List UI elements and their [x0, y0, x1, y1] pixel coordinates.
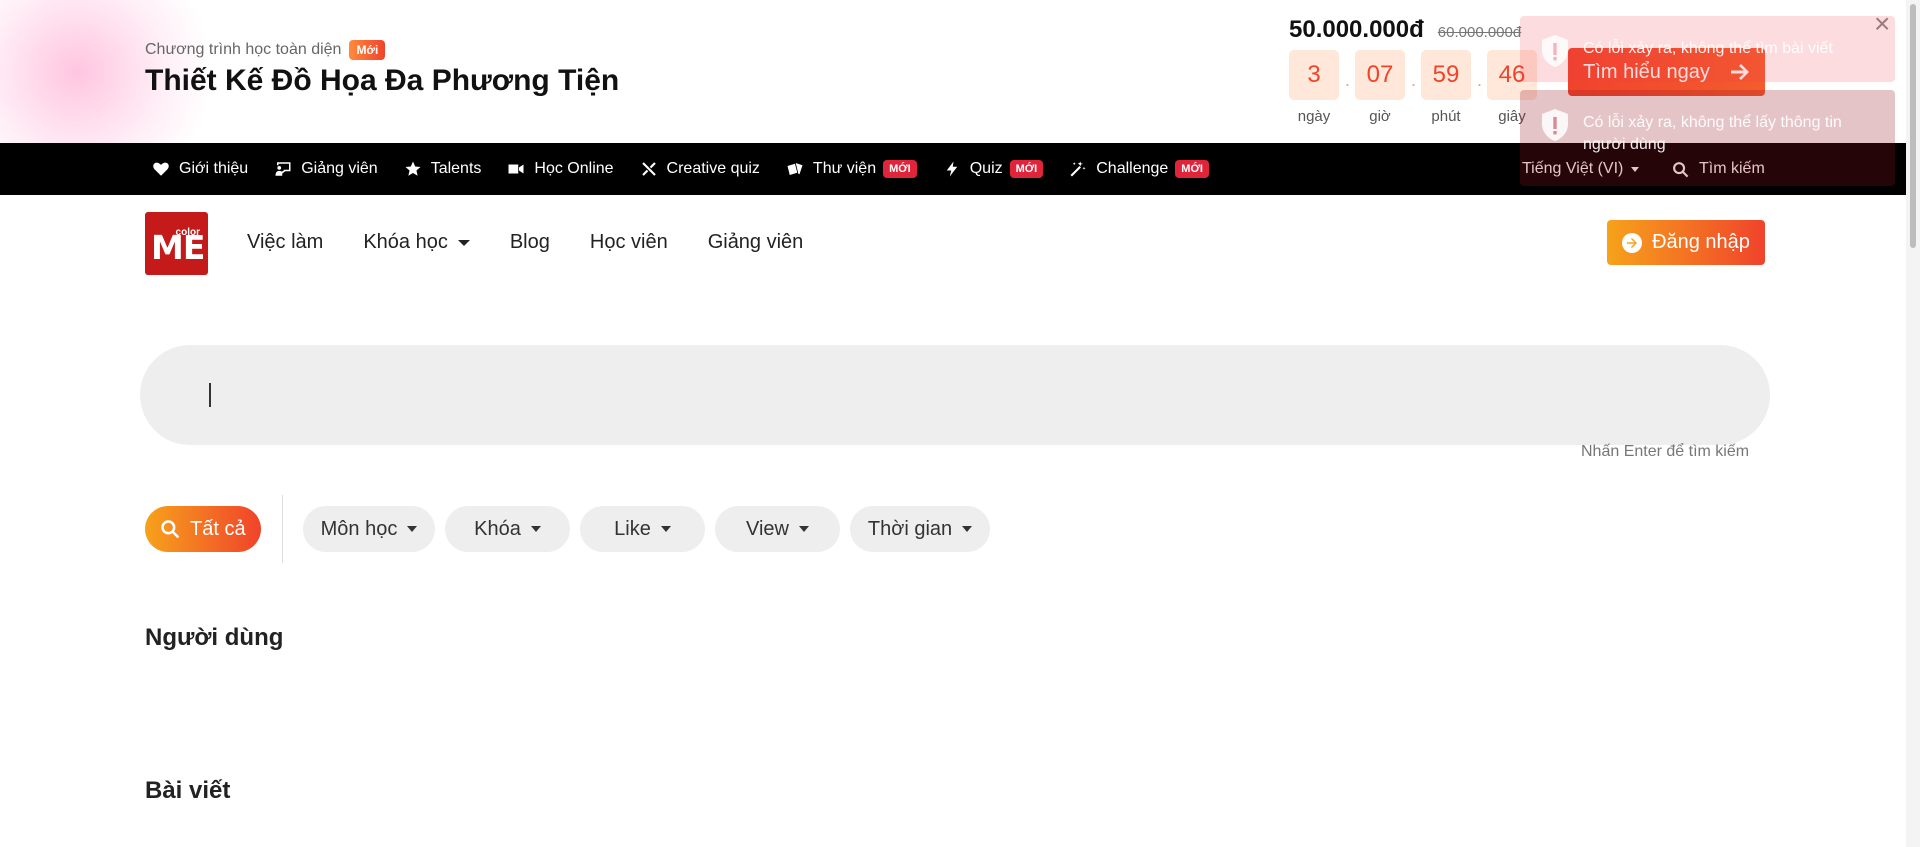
- filter-view[interactable]: View: [715, 506, 840, 552]
- search-input[interactable]: [208, 375, 1708, 415]
- magic-wand-icon: [1070, 161, 1086, 177]
- filter-all-button[interactable]: Tất cả: [145, 506, 261, 552]
- countdown-minutes-value: 59: [1421, 50, 1471, 100]
- menu-teachers[interactable]: Giảng viên: [708, 231, 804, 254]
- countdown-separator: .: [1476, 70, 1482, 90]
- section-users-title: Người dùng: [145, 624, 284, 651]
- price-current: 50.000.000đ: [1289, 16, 1424, 43]
- search-hint: Nhấn Enter để tìm kiếm: [1581, 443, 1750, 460]
- shield-alert-icon: [1542, 35, 1568, 67]
- divider: [282, 495, 283, 563]
- bolt-icon: [946, 161, 957, 177]
- video-icon: [508, 164, 524, 174]
- star-icon: [405, 161, 421, 176]
- filter-time[interactable]: Thời gian: [850, 506, 990, 552]
- error-toast-user[interactable]: Có lỗi xảy ra, không thể lấy thông tin n…: [1520, 90, 1895, 186]
- filter-all-label: Tất cả: [190, 517, 246, 540]
- page: Chương trình học toàn diện Mới Thiết Kế …: [0, 0, 1920, 847]
- top-nav-teachers[interactable]: Giảng viên: [274, 160, 378, 178]
- top-nav-online-label: Học Online: [534, 160, 614, 177]
- error-toast-text: Có lỗi xảy ra, không thể lấy thông tin n…: [1583, 114, 1842, 153]
- countdown-separator: .: [1410, 70, 1416, 90]
- filter-like[interactable]: Like: [580, 506, 705, 552]
- promo-subtitle-text: Chương trình học toàn diện: [145, 41, 342, 58]
- shield-alert-icon: [1542, 109, 1568, 141]
- search-icon: [161, 520, 180, 539]
- filter-subject-label: Môn học: [320, 517, 398, 540]
- menu-students[interactable]: Học viên: [590, 231, 668, 254]
- new-badge: MỚI: [1175, 160, 1209, 178]
- top-nav-library[interactable]: Thư viện MỚI: [786, 160, 917, 178]
- chevron-down-icon: [660, 526, 671, 532]
- chevron-down-icon: [962, 526, 973, 532]
- top-nav-creative-quiz-label: Creative quiz: [666, 160, 760, 177]
- countdown-hours: 07 giờ .: [1355, 50, 1416, 125]
- top-nav-about[interactable]: Giới thiệu: [152, 160, 248, 178]
- menu-jobs[interactable]: Việc làm: [247, 231, 323, 254]
- filter-course[interactable]: Khóa: [445, 506, 570, 552]
- countdown-separator: .: [1344, 70, 1350, 90]
- countdown-hours-label: giờ: [1369, 108, 1391, 125]
- top-nav-teachers-label: Giảng viên: [301, 160, 378, 177]
- scrollbar-thumb[interactable]: [1910, 4, 1916, 248]
- login-arrow-icon: [1622, 232, 1643, 253]
- filter-view-label: View: [746, 517, 789, 540]
- chevron-down-icon: [799, 526, 809, 532]
- filter-subject[interactable]: Môn học: [303, 506, 435, 552]
- top-nav-quiz[interactable]: Quiz MỚI: [943, 160, 1044, 178]
- filter-course-label: Khóa: [474, 517, 521, 540]
- menu-blog[interactable]: Blog: [510, 231, 550, 254]
- teacher-icon: [275, 162, 291, 176]
- top-nav-about-label: Giới thiệu: [179, 160, 249, 177]
- page-scrollbar[interactable]: [1906, 0, 1920, 847]
- countdown-minutes: 59 phút .: [1421, 50, 1482, 125]
- search-bar[interactable]: [140, 345, 1770, 445]
- heart-icon: [153, 162, 169, 176]
- menu-courses-label: Khóa học: [363, 231, 448, 253]
- menu-courses[interactable]: Khóa học: [363, 231, 470, 254]
- top-nav-talents[interactable]: Talents: [404, 160, 482, 178]
- top-nav-talents-label: Talents: [430, 160, 482, 177]
- top-nav-quiz-label: Quiz: [969, 160, 1003, 177]
- top-nav-challenge[interactable]: Challenge MỚI: [1069, 160, 1209, 178]
- countdown-days: 3 ngày .: [1289, 50, 1350, 125]
- new-badge: MỚI: [1009, 160, 1044, 178]
- chevron-down-icon: [407, 526, 418, 532]
- promo-title: Thiết Kế Đồ Họa Đa Phương Tiện: [145, 64, 620, 97]
- promo-subtitle: Chương trình học toàn diện Mới: [145, 40, 386, 60]
- error-toast-text: Có lỗi xảy ra, không thể tìm bài viết: [1583, 40, 1833, 57]
- main-menu: Việc làm Khóa học Blog Học viên Giảng vi…: [247, 195, 803, 290]
- top-nav-online[interactable]: Học Online: [507, 160, 614, 178]
- login-label: Đăng nhập: [1652, 231, 1750, 253]
- new-badge: Mới: [349, 40, 386, 60]
- tools-icon: [641, 162, 656, 176]
- countdown-days-label: ngày: [1297, 108, 1331, 125]
- text-cursor: [209, 383, 211, 407]
- countdown-minutes-label: phút: [1431, 108, 1461, 125]
- price-original: 60.000.000đ: [1437, 24, 1522, 41]
- chevron-down-icon: [530, 526, 541, 532]
- new-badge: MỚI: [883, 160, 917, 178]
- top-nav-library-label: Thư viện: [812, 160, 877, 177]
- login-button[interactable]: Đăng nhập: [1607, 220, 1765, 265]
- logo-main-text: ME: [151, 228, 205, 267]
- filter-like-label: Like: [614, 517, 651, 540]
- top-nav-challenge-label: Challenge: [1096, 160, 1169, 177]
- countdown-hours-value: 07: [1355, 50, 1405, 100]
- countdown-timer: 3 ngày . 07 giờ . 59 phút . 46 giây: [1289, 50, 1537, 125]
- section-posts-title: Bài viết: [145, 777, 231, 804]
- price-block: 50.000.000đ 60.000.000đ: [1289, 16, 1521, 44]
- main-navbar: color ME Việc làm Khóa học Blog Học viên…: [0, 195, 1920, 290]
- chevron-down-icon: [457, 239, 470, 246]
- filter-time-label: Thời gian: [867, 517, 953, 540]
- colorme-logo[interactable]: color ME: [145, 212, 208, 275]
- cards-icon: [787, 163, 803, 175]
- countdown-days-value: 3: [1289, 50, 1339, 100]
- error-toast-posts[interactable]: Có lỗi xảy ra, không thể tìm bài viết: [1520, 16, 1895, 82]
- top-nav-items: Giới thiệu Giảng viên Talents Học Online…: [152, 143, 1209, 195]
- filter-bar: Tất cả Môn học Khóa Like View Thời gian: [145, 495, 1000, 563]
- top-nav-creative-quiz[interactable]: Creative quiz: [640, 160, 760, 178]
